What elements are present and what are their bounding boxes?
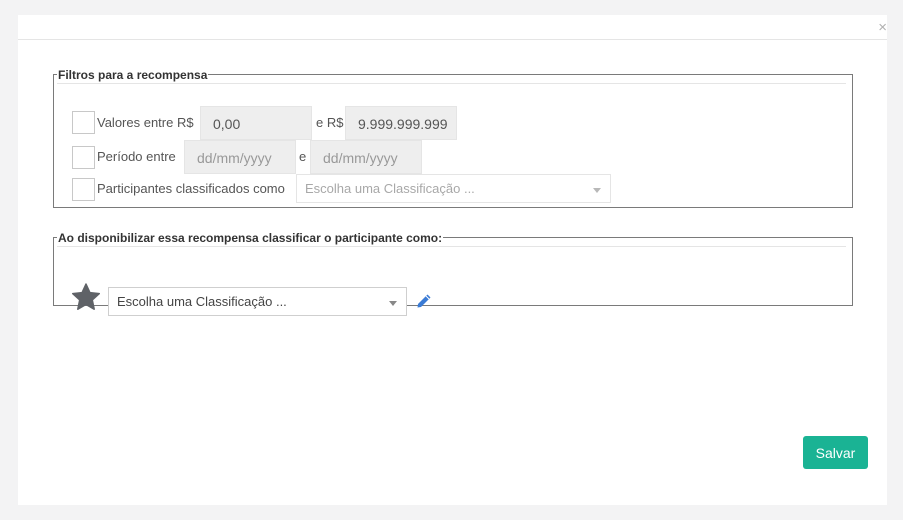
values-label: Valores entre R$ <box>97 115 194 130</box>
filters-fieldset: Filtros para a recompensa Valores entre … <box>53 68 853 208</box>
classify-fieldset: Ao disponibilizar essa recompensa classi… <box>53 231 853 316</box>
legend-divider <box>57 246 846 247</box>
close-icon[interactable]: × <box>878 20 887 35</box>
participants-classification-select[interactable]: Escolha uma Classificação ... <box>296 174 611 203</box>
corner-tick <box>848 74 853 78</box>
values-min-input[interactable]: 0,00 <box>200 106 312 140</box>
participants-label: Participantes classificados como <box>97 181 285 196</box>
participants-checkbox[interactable] <box>72 178 95 201</box>
classification-select[interactable]: Escolha uma Classificação ... <box>108 287 407 316</box>
chevron-down-icon <box>389 301 397 306</box>
period-separator: e <box>299 149 307 164</box>
corner-tick <box>845 237 850 241</box>
save-button[interactable]: Salvar <box>803 436 868 469</box>
reward-modal: × Filtros para a recompensa Valores entr… <box>18 15 887 505</box>
period-label: Período entre <box>97 149 176 164</box>
values-max-input[interactable]: 9.999.999.999 <box>345 106 457 140</box>
star-icon <box>71 283 101 310</box>
period-end-input[interactable]: dd/mm/yyyy <box>310 140 422 174</box>
period-checkbox[interactable] <box>72 146 95 169</box>
filters-legend: Filtros para a recompensa <box>57 68 209 82</box>
classification-select-value: Escolha uma Classificação ... <box>117 294 287 309</box>
modal-header: × <box>18 15 887 40</box>
classify-legend: Ao disponibilizar essa recompensa classi… <box>57 231 444 245</box>
participants-select-value: Escolha uma Classificação ... <box>305 181 475 196</box>
pencil-icon[interactable] <box>416 293 432 309</box>
chevron-down-icon <box>593 188 601 193</box>
values-checkbox[interactable] <box>72 111 95 134</box>
period-start-input[interactable]: dd/mm/yyyy <box>184 140 296 174</box>
values-separator: e R$ <box>316 115 344 130</box>
legend-divider <box>57 83 846 84</box>
